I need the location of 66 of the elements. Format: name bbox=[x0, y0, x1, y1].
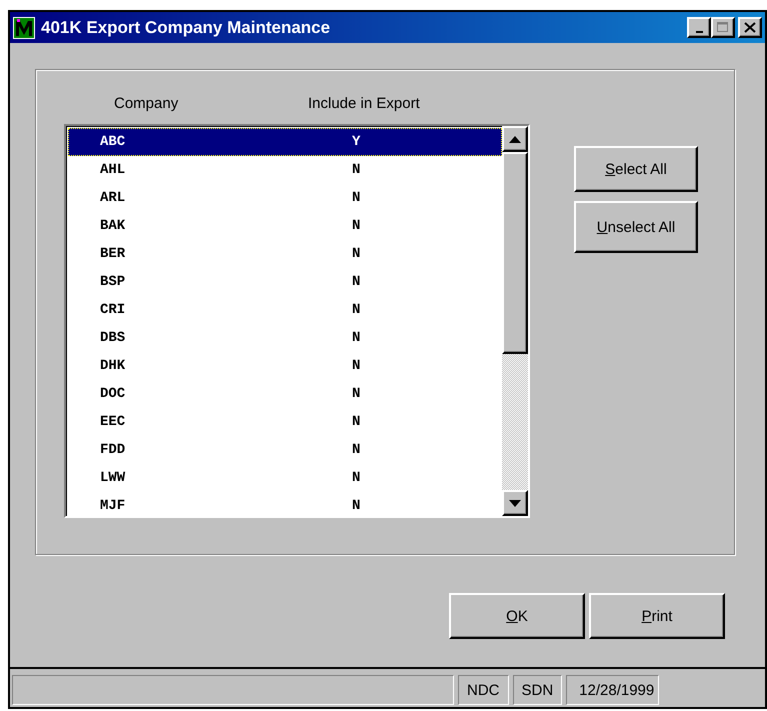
column-header: Include in Export bbox=[308, 94, 420, 112]
include-value: N bbox=[352, 246, 360, 262]
close-icon bbox=[744, 22, 756, 33]
company-code: FDD bbox=[100, 442, 126, 458]
down-arrow-icon bbox=[509, 500, 521, 506]
list-row[interactable]: MJF N bbox=[68, 492, 502, 516]
company-code: DOC bbox=[100, 386, 126, 402]
company-code: BAK bbox=[100, 218, 126, 234]
status-text: NDC bbox=[458, 675, 508, 705]
app-icon bbox=[13, 16, 35, 38]
list-row[interactable]: FDD N bbox=[68, 436, 502, 464]
company-code: LWW bbox=[100, 470, 126, 486]
list-row[interactable]: AHL N bbox=[68, 156, 502, 184]
include-value: N bbox=[352, 190, 360, 206]
scroll-up-button[interactable] bbox=[502, 126, 528, 152]
list-row[interactable]: BSP N bbox=[68, 268, 502, 296]
include-value: N bbox=[352, 498, 360, 514]
company-code: BER bbox=[100, 246, 126, 262]
company-code: BSP bbox=[100, 274, 126, 290]
company-code: CRI bbox=[100, 302, 126, 318]
unselect-all-button[interactable]: Unselect All bbox=[574, 201, 698, 253]
include-value: N bbox=[352, 358, 360, 374]
list-row[interactable]: BER N bbox=[68, 240, 502, 268]
include-value: N bbox=[352, 218, 360, 234]
window-title: 401K Export Company Maintenance bbox=[41, 18, 332, 38]
list-row[interactable]: DBS N bbox=[68, 324, 502, 352]
company-code: EEC bbox=[100, 414, 126, 430]
company-code: AHL bbox=[100, 162, 126, 178]
list-row[interactable]: ABC Y bbox=[68, 128, 502, 156]
company-code: DBS bbox=[100, 330, 126, 346]
scroll-thumb[interactable] bbox=[502, 152, 528, 354]
include-value: N bbox=[352, 414, 360, 430]
minimize-button[interactable] bbox=[687, 17, 711, 38]
select-all-button[interactable]: Select All bbox=[574, 146, 698, 192]
scroll-down-button[interactable] bbox=[502, 490, 528, 516]
status-text: SDN bbox=[512, 675, 562, 705]
list-row[interactable]: BAK N bbox=[68, 212, 502, 240]
close-button[interactable] bbox=[738, 17, 762, 38]
list-row[interactable]: ARL N bbox=[68, 184, 502, 212]
include-value: N bbox=[352, 386, 360, 402]
list-row[interactable]: EEC N bbox=[68, 408, 502, 436]
company-list[interactable]: ABC Y AHL N ARL N BAK N BER N BSP N CRI N DBS N DHK N DOC N EEC N FDD N LWW N MJF N bbox=[64, 124, 530, 518]
include-value: Y bbox=[352, 134, 360, 150]
include-value: N bbox=[352, 330, 360, 346]
list-row[interactable]: DHK N bbox=[68, 352, 502, 380]
maximize-button[interactable] bbox=[711, 17, 735, 38]
company-code: ARL bbox=[100, 190, 126, 206]
company-code: MJF bbox=[100, 498, 126, 514]
list-row[interactable]: LWW N bbox=[68, 464, 502, 492]
status-text: 12/28/1999 bbox=[566, 675, 660, 705]
include-value: N bbox=[352, 302, 360, 318]
print-button[interactable]: Print bbox=[589, 593, 725, 639]
include-value: N bbox=[352, 442, 360, 458]
ok-button[interactable]: OK bbox=[449, 593, 585, 639]
include-value: N bbox=[352, 162, 360, 178]
minimize-icon bbox=[696, 30, 702, 32]
maximize-icon bbox=[717, 22, 729, 33]
include-value: N bbox=[352, 470, 360, 486]
column-header: Company bbox=[114, 94, 180, 112]
company-code: DHK bbox=[100, 358, 126, 374]
list-row[interactable]: DOC N bbox=[68, 380, 502, 408]
up-arrow-icon bbox=[509, 136, 521, 142]
scrollbar[interactable] bbox=[502, 126, 528, 516]
company-code: ABC bbox=[100, 134, 126, 150]
list-row[interactable]: CRI N bbox=[68, 296, 502, 324]
include-value: N bbox=[352, 274, 360, 290]
